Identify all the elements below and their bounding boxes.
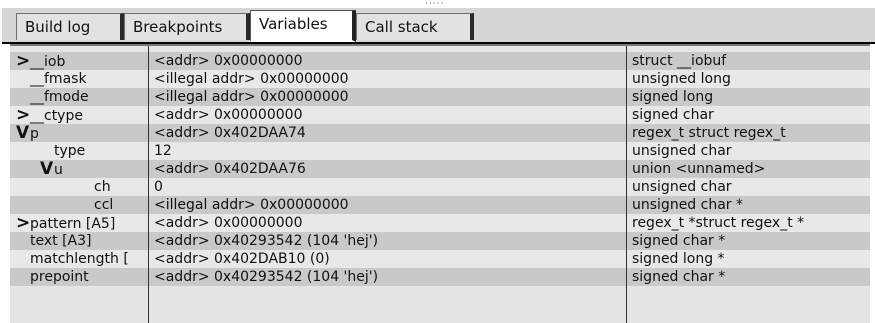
tab-call-stack[interactable]: Call stack bbox=[356, 13, 474, 40]
variable-value: <addr> 0x00000000 bbox=[154, 53, 303, 69]
variable-row[interactable]: >__ctype <addr> 0x00000000 signed char bbox=[10, 106, 870, 124]
variable-type: signed char * bbox=[632, 269, 726, 285]
variable-name: u bbox=[54, 162, 63, 178]
variable-row[interactable]: text [A3] <addr> 0x40293542 (104 'hej') … bbox=[10, 232, 870, 250]
variable-type: regex_t struct regex_t bbox=[632, 125, 786, 141]
tab-breakpoints[interactable]: Breakpoints bbox=[124, 13, 250, 40]
variable-name: __ctype bbox=[30, 108, 83, 124]
variable-row[interactable]: >__iob <addr> 0x00000000 struct __iobuf bbox=[10, 52, 870, 70]
variable-value: 0 bbox=[154, 179, 163, 195]
resize-grip-icon[interactable]: ····· bbox=[425, 0, 444, 9]
variable-value: 12 bbox=[154, 143, 172, 159]
variable-value: <illegal addr> 0x00000000 bbox=[154, 71, 349, 87]
variable-name: prepoint bbox=[30, 269, 89, 285]
collapse-icon[interactable]: V bbox=[16, 124, 30, 142]
variable-value: <addr> 0x40293542 (104 'hej') bbox=[154, 233, 379, 249]
variable-type: regex_t *struct regex_t * bbox=[632, 215, 805, 231]
variable-name: __fmask bbox=[30, 71, 87, 87]
debugger-window: ····· Build log Breakpoints Variables Ca… bbox=[0, 0, 875, 323]
variable-name: pattern [A5] bbox=[30, 216, 116, 232]
column-divider-name-value[interactable] bbox=[148, 46, 149, 323]
variable-name: type bbox=[54, 143, 86, 159]
column-divider-value-type[interactable] bbox=[626, 46, 627, 323]
tab-build-log[interactable]: Build log bbox=[16, 13, 124, 40]
variable-row[interactable]: ccl <illegal addr> 0x00000000 unsigned c… bbox=[10, 196, 870, 214]
variable-name: ccl bbox=[94, 197, 114, 213]
variable-type: struct __iobuf bbox=[632, 53, 727, 69]
variable-row[interactable]: >pattern [A5] <addr> 0x00000000 regex_t … bbox=[10, 214, 870, 232]
variable-type: unsigned char bbox=[632, 143, 732, 159]
variable-row[interactable]: __fmode <illegal addr> 0x00000000 signed… bbox=[10, 88, 870, 106]
variable-name: p bbox=[30, 126, 39, 142]
variable-row[interactable]: Vp <addr> 0x402DAA74 regex_t struct rege… bbox=[10, 124, 870, 142]
variable-value: <illegal addr> 0x00000000 bbox=[154, 89, 349, 105]
variable-type: unsigned long bbox=[632, 71, 731, 87]
variable-row[interactable]: Vu <addr> 0x402DAA76 union <unnamed> bbox=[10, 160, 870, 178]
variable-value: <addr> 0x00000000 bbox=[154, 107, 303, 123]
variable-type: signed long bbox=[632, 89, 714, 105]
variable-value: <illegal addr> 0x00000000 bbox=[154, 197, 349, 213]
variable-value: <addr> 0x40293542 (104 'hej') bbox=[154, 269, 379, 285]
tab-bar: Build log Breakpoints Variables Call sta… bbox=[2, 8, 875, 44]
variable-value: <addr> 0x402DAA76 bbox=[154, 161, 306, 177]
expand-icon[interactable]: > bbox=[16, 52, 30, 70]
variable-name: __fmode bbox=[30, 89, 89, 105]
variable-value: <addr> 0x402DAB10 (0) bbox=[154, 251, 330, 267]
variable-value: <addr> 0x00000000 bbox=[154, 215, 303, 231]
variable-row[interactable]: ch 0 unsigned char bbox=[10, 178, 870, 196]
variable-type: unsigned char * bbox=[632, 197, 743, 213]
variable-row[interactable]: prepoint <addr> 0x40293542 (104 'hej') s… bbox=[10, 268, 870, 286]
variable-type: union <unnamed> bbox=[632, 161, 766, 177]
variables-panel: >__iob <addr> 0x00000000 struct __iobuf … bbox=[10, 44, 870, 323]
variable-type: unsigned char bbox=[632, 179, 732, 195]
variable-row[interactable]: __fmask <illegal addr> 0x00000000 unsign… bbox=[10, 70, 870, 88]
variable-value: <addr> 0x402DAA74 bbox=[154, 125, 306, 141]
variable-type: signed char bbox=[632, 107, 714, 123]
variable-type: signed long * bbox=[632, 251, 725, 267]
variable-row[interactable]: type 12 unsigned char bbox=[10, 142, 870, 160]
variable-row[interactable]: matchlength [ <addr> 0x402DAB10 (0) sign… bbox=[10, 250, 870, 268]
variable-name: text [A3] bbox=[30, 233, 92, 249]
variable-name: matchlength [ bbox=[30, 251, 129, 267]
expand-icon[interactable]: > bbox=[16, 106, 30, 124]
variable-type: signed char * bbox=[632, 233, 726, 249]
collapse-icon[interactable]: V bbox=[40, 160, 54, 178]
variable-name: ch bbox=[94, 179, 111, 195]
tab-variables[interactable]: Variables bbox=[250, 10, 356, 42]
expand-icon[interactable]: > bbox=[16, 214, 30, 232]
variable-name: __iob bbox=[30, 54, 66, 70]
